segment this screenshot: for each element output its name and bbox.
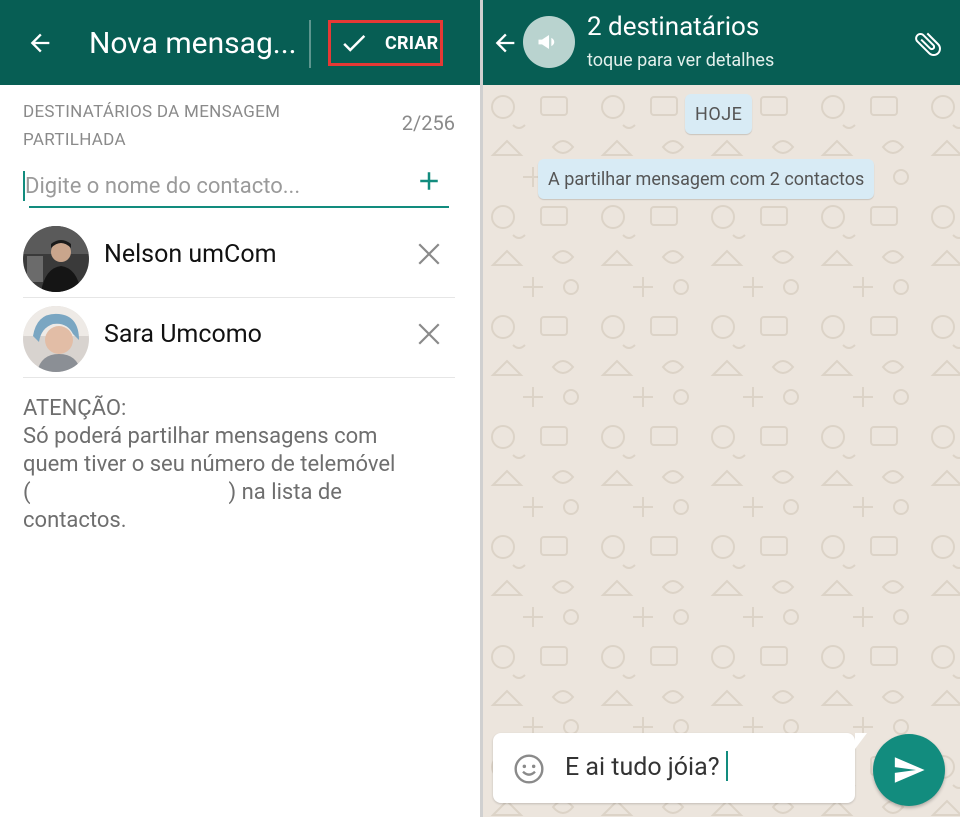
page-title: Nova mensag...	[89, 26, 297, 61]
warning-line-end: ) na lista de	[228, 480, 342, 505]
warning-line: contactos.	[23, 508, 127, 533]
warning-heading: ATENÇÃO:	[23, 396, 127, 421]
check-icon	[343, 34, 366, 52]
warning-line: Só poderá partilhar mensagens com	[23, 424, 378, 449]
search-underline	[29, 206, 449, 208]
broadcast-avatar[interactable]	[523, 16, 575, 68]
emoji-icon	[514, 754, 544, 784]
attach-button[interactable]	[910, 26, 946, 62]
contact-name: Nelson umCom	[104, 240, 277, 269]
plus-icon	[420, 172, 438, 190]
remove-contact-button[interactable]	[413, 318, 445, 350]
megaphone-icon	[538, 35, 555, 49]
system-message: A partilhar mensagem com 2 contactos	[538, 159, 875, 199]
message-input-text: E ai tudo jóia?	[565, 753, 720, 782]
chat-subtitle[interactable]: toque para ver detalhes	[587, 50, 774, 71]
app-bar: Nova mensag... CRIAR	[0, 0, 480, 85]
date-chip: HOJE	[685, 94, 753, 134]
contact-name: Sara Umcomo	[104, 320, 262, 349]
back-arrow-icon	[495, 33, 515, 53]
message-composer[interactable]: E ai tudo jóia?	[493, 733, 867, 803]
send-icon	[894, 757, 925, 783]
list-item[interactable]: Nelson umCom	[23, 218, 455, 298]
recipients-label: DESTINATÁRIOS DA MENSAGEM PARTILHADA	[23, 102, 281, 150]
contact-search-input[interactable]	[25, 165, 405, 207]
back-button[interactable]	[487, 23, 523, 63]
create-button[interactable]: CRIAR	[328, 20, 443, 66]
remove-contact-button[interactable]	[413, 238, 445, 270]
avatar	[23, 306, 89, 372]
close-icon	[418, 243, 440, 265]
warning-line-start: (	[23, 480, 31, 505]
toolbar-divider	[309, 20, 311, 68]
close-icon	[418, 323, 440, 345]
back-arrow-icon	[30, 33, 50, 53]
broadcast-chat-screen: 2 destinatários toque para ver detalhes …	[483, 0, 960, 817]
avatar	[23, 226, 89, 292]
send-button[interactable]	[873, 734, 945, 806]
emoji-button[interactable]	[513, 753, 545, 785]
chat-app-bar: 2 destinatários toque para ver detalhes	[483, 0, 960, 85]
message-input[interactable]: E ai tudo jóia?	[565, 751, 728, 782]
warning-line: ( ) na lista de	[23, 479, 463, 507]
text-cursor	[725, 751, 728, 782]
back-button[interactable]	[18, 23, 62, 63]
paperclip-icon	[915, 32, 941, 57]
list-item[interactable]: Sara Umcomo	[23, 298, 455, 378]
warning-note: ATENÇÃO: Só poderá partilhar mensagens c…	[23, 395, 463, 535]
contact-search	[23, 165, 449, 209]
composer-tail	[855, 733, 867, 749]
recipient-count: 2/256	[401, 111, 455, 135]
chat-title[interactable]: 2 destinatários	[587, 12, 759, 42]
add-contact-button[interactable]	[411, 163, 447, 199]
warning-line: quem tiver o seu número de telemóvel	[23, 452, 396, 477]
create-button-label: CRIAR	[385, 32, 439, 54]
new-broadcast-screen: Nova mensag... CRIAR DESTINATÁRIOS DA ME…	[0, 0, 480, 817]
